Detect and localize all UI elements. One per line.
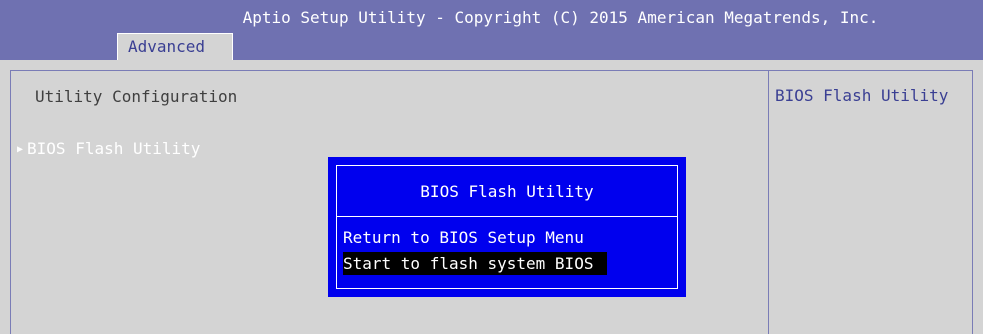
dialog-title: BIOS Flash Utility <box>420 182 594 201</box>
bios-flash-dialog: BIOS Flash Utility Return to BIOS Setup … <box>328 157 686 297</box>
title-bar: Aptio Setup Utility - Copyright (C) 2015… <box>0 0 983 60</box>
window-title: Aptio Setup Utility - Copyright (C) 2015… <box>242 8 879 27</box>
option-start-flash[interactable]: Start to flash system BIOS <box>343 252 608 275</box>
option-return-to-setup[interactable]: Return to BIOS Setup Menu <box>343 226 584 249</box>
dialog-separator <box>336 216 678 217</box>
menu-item-label: BIOS Flash Utility <box>27 139 201 158</box>
menu-item-bios-flash-utility[interactable]: ▶ BIOS Flash Utility <box>17 139 200 158</box>
help-text: BIOS Flash Utility <box>775 86 949 105</box>
triangle-right-icon: ▶ <box>17 144 24 155</box>
section-title: Utility Configuration <box>35 87 238 106</box>
help-divider <box>768 70 769 334</box>
tab-advanced[interactable]: Advanced <box>117 33 233 60</box>
